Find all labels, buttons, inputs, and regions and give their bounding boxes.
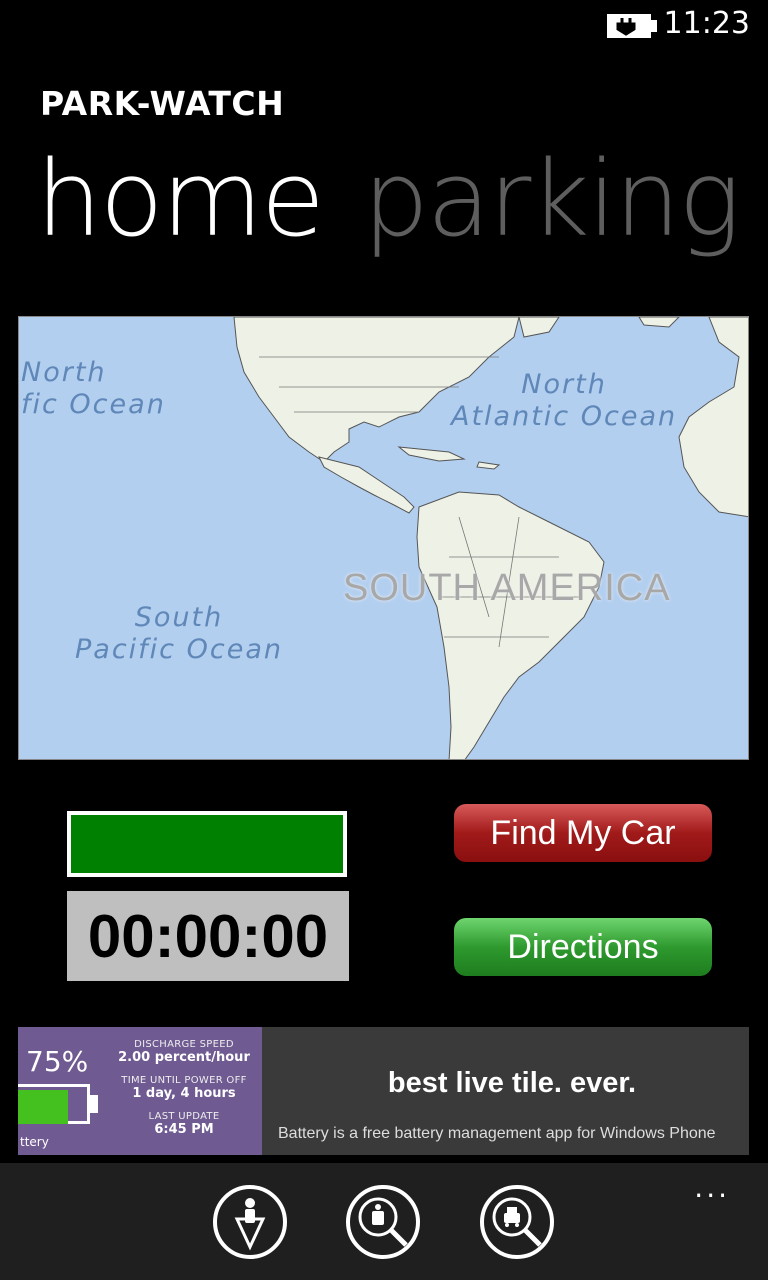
ad-stats: DISCHARGE SPEED 2.00 percent/hour TIME U…: [114, 1039, 254, 1147]
car-search-icon[interactable]: [480, 1185, 554, 1259]
pivot-header: homeparkingm: [0, 0, 768, 290]
parking-timer: 00:00:00: [67, 891, 349, 981]
app-bar: ...: [0, 1163, 768, 1280]
pivot-item-home[interactable]: home: [36, 142, 325, 257]
person-location-icon[interactable]: [213, 1185, 287, 1259]
battery-nub: [90, 1095, 98, 1113]
map-label-south-pacific: South Pacific Ocean: [75, 602, 283, 666]
parking-status-indicator: [67, 811, 347, 877]
find-my-car-button[interactable]: Find My Car: [454, 804, 712, 862]
ad-banner[interactable]: 75% ttery DISCHARGE SPEED 2.00 percent/h…: [18, 1027, 749, 1155]
ad-battery-tile: 75% ttery DISCHARGE SPEED 2.00 percent/h…: [18, 1027, 262, 1155]
map-view[interactable]: North fic Ocean North Atlantic Ocean Sou…: [18, 316, 749, 760]
discharge-speed-label: DISCHARGE SPEED: [134, 1039, 234, 1050]
parking-meter-search-icon[interactable]: [346, 1185, 420, 1259]
map-label-north-atlantic: North Atlantic Ocean: [451, 369, 678, 433]
last-update-value: 6:45 PM: [154, 1122, 214, 1137]
map-label-continent: SOUTH AMERICA: [343, 567, 671, 609]
directions-button[interactable]: Directions: [454, 918, 712, 976]
more-menu-button[interactable]: ...: [694, 1171, 730, 1204]
ad-battery-label: ttery: [20, 1135, 49, 1149]
ad-description: Battery is a free battery management app…: [278, 1125, 716, 1142]
ad-headline: best live tile. ever.: [387, 1067, 637, 1099]
discharge-speed-value: 2.00 percent/hour: [118, 1050, 250, 1065]
battery-icon: [18, 1084, 90, 1124]
ad-battery-percent: 75%: [26, 1045, 89, 1078]
time-until-value: 1 day, 4 hours: [132, 1086, 236, 1101]
battery-fill: [18, 1090, 68, 1124]
pivot-item-parking[interactable]: parking: [363, 142, 741, 257]
last-update-label: LAST UPDATE: [148, 1111, 220, 1122]
time-until-label: TIME UNTIL POWER OFF: [121, 1075, 247, 1086]
map-label-north-pacific: North fic Ocean: [21, 357, 166, 421]
